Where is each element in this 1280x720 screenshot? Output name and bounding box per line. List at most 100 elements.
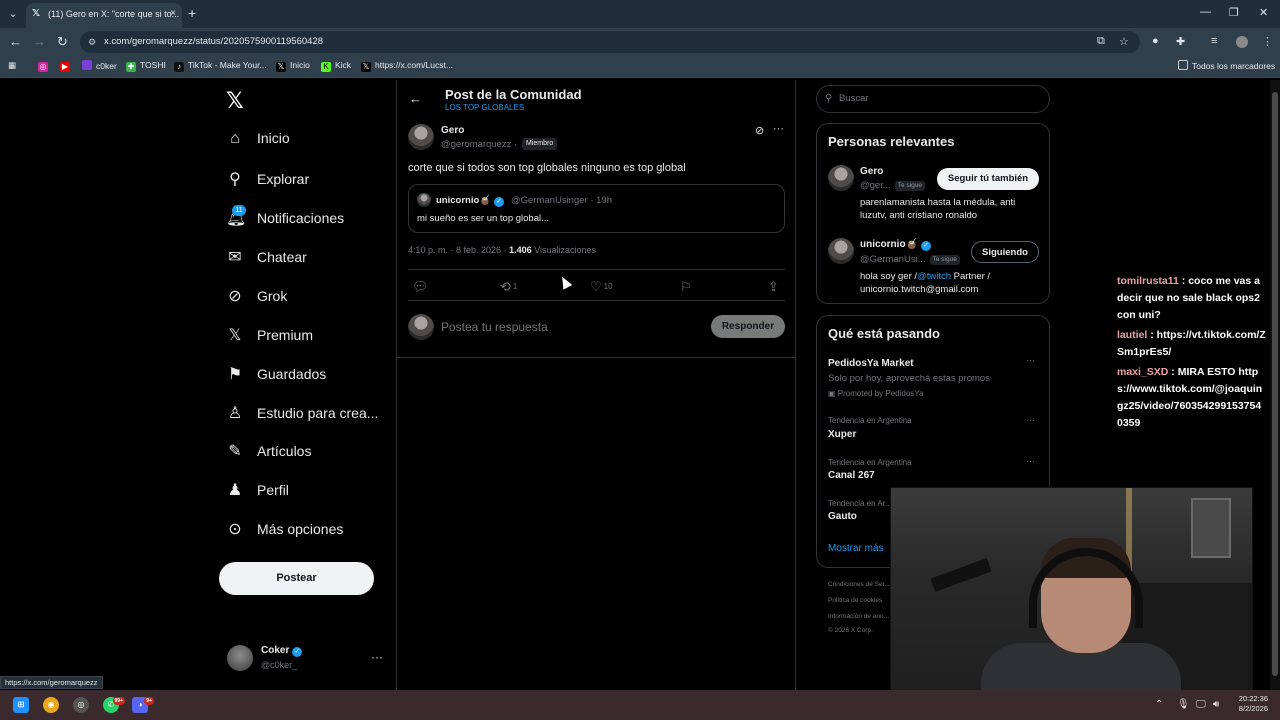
reload-icon[interactable]: ↻ <box>57 34 68 50</box>
following-button[interactable]: Siguiendo <box>971 241 1039 263</box>
network-icon[interactable]: 🖵︎ <box>1196 699 1206 710</box>
like-button[interactable]: ♡ 10 <box>590 279 613 295</box>
minimize-icon[interactable]: — <box>1200 6 1211 18</box>
reply-avatar <box>408 314 434 340</box>
forward-icon[interactable]: → <box>33 34 46 49</box>
footer-link[interactable]: Política de cookies <box>828 597 882 604</box>
url-field[interactable]: ⚙ x.com/geromarquezz/status/202057590011… <box>80 31 1140 53</box>
site-info-icon[interactable]: ⚙ <box>88 31 96 53</box>
divider <box>397 357 796 358</box>
youtube-bookmark-icon[interactable]: ▶ <box>60 60 74 72</box>
nav-item-mas-opciones[interactable]: ⊙ Más opciones <box>226 519 343 539</box>
nav-item-guardados[interactable]: ⚑ Guardados <box>226 364 326 384</box>
reply-button[interactable]: Responder <box>711 315 785 338</box>
bookmark-tiktok[interactable]: ♪ TikTok - Make Your... <box>174 60 267 72</box>
microphone-icon[interactable]: 🎙︎ <box>1177 699 1190 710</box>
nav-item-articulos[interactable]: ✎ Artículos <box>226 441 311 461</box>
install-app-icon[interactable]: ⧉ <box>1097 35 1105 48</box>
restore-icon[interactable]: ❐ <box>1229 6 1239 19</box>
scrollbar-thumb[interactable] <box>1272 92 1278 676</box>
browser-tab[interactable]: 𝕏 (11) Gero en X: "corte que si to... × <box>26 3 182 28</box>
grok-explain-icon[interactable]: ⊘ <box>755 124 764 137</box>
profile-avatar[interactable] <box>1236 36 1248 48</box>
tab-title: (11) Gero en X: "corte que si to... <box>48 9 180 19</box>
nav-item-estudio[interactable]: ♙ Estudio para crea... <box>226 403 379 423</box>
nav-item-explorar[interactable]: ⚲ Explorar <box>226 169 309 189</box>
instagram-bookmark-icon[interactable]: ◎ <box>38 60 52 72</box>
search-icon: ⚲ <box>825 93 833 104</box>
trend-item-title[interactable]: Gauto <box>828 511 857 522</box>
author-avatar[interactable] <box>408 124 434 150</box>
reply-icon[interactable]: 💬︎ <box>412 279 429 295</box>
whatsapp-icon[interactable]: ✆ 99+ <box>103 697 125 713</box>
bookmark-post-icon[interactable]: ⚐ <box>680 279 692 295</box>
footer-link[interactable]: Condiciones de Ser... <box>828 581 890 588</box>
account-avatar[interactable] <box>227 645 253 671</box>
media-controls-icon[interactable]: ≡ <box>1211 35 1217 47</box>
volume-icon[interactable]: 🔊︎ <box>1213 699 1219 710</box>
search-input[interactable]: ⚲ Buscar <box>816 85 1050 113</box>
post-button[interactable]: Postear <box>219 562 374 595</box>
tab-search-chevron-icon[interactable]: ⌄ <box>4 5 22 23</box>
nav-item-chatear[interactable]: ✉ Chatear <box>226 247 307 267</box>
trend-context: Tendencia en Argentina <box>828 458 912 467</box>
back-icon[interactable]: ← <box>9 34 22 49</box>
view-count: 1.406 <box>509 245 532 255</box>
person-name[interactable]: unicornio🧉 ✓ <box>860 239 932 251</box>
trend-item-title[interactable]: PedidosYa Market <box>828 358 914 369</box>
nav-item-premium[interactable]: 𝕏 Premium <box>226 325 313 345</box>
person-bio: parenlamanista hasta la médula, anti luz… <box>860 197 1016 221</box>
all-bookmarks-folder[interactable]: Todos los marcadores <box>1178 60 1275 71</box>
trend-more-icon[interactable]: ··· <box>1026 456 1035 466</box>
clock[interactable]: 20:22:36 8/2/2026 <box>1232 694 1268 714</box>
person-avatar[interactable] <box>828 238 854 264</box>
discord-icon[interactable]: ◑ 9+ <box>132 697 154 713</box>
extension-icon[interactable]: ● <box>1152 35 1159 47</box>
chat-username: lautiel <box>1117 329 1148 341</box>
verified-icon: ✓ <box>494 197 505 207</box>
bookmark-kick[interactable]: K Kick <box>321 60 351 72</box>
new-tab-button[interactable]: + <box>188 5 196 21</box>
repost-button[interactable]: ⟲ 1 <box>500 279 517 295</box>
follow-back-button[interactable]: Seguir tú también <box>937 168 1039 190</box>
share-icon[interactable]: ⇪ <box>768 279 779 295</box>
obs-icon[interactable]: ◎ <box>73 697 89 713</box>
nav-item-perfil[interactable]: ♟ Perfil <box>226 480 289 500</box>
chrome-icon[interactable]: ◉ <box>43 697 59 713</box>
bookmark-toshi[interactable]: ✚ TOSHI <box>126 60 166 72</box>
window-close-icon[interactable]: ✕ <box>1259 6 1268 19</box>
trend-more-icon[interactable]: ··· <box>1026 415 1035 425</box>
x-logo-icon[interactable]: 𝕏 <box>226 88 244 114</box>
windows-start-icon[interactable]: ⊞ <box>13 697 29 713</box>
person-avatar[interactable] <box>828 165 854 191</box>
bookmark-inicio[interactable]: 𝕏 Inicio <box>276 60 310 72</box>
bookmark-c0ker[interactable]: c0ker <box>82 60 117 71</box>
tray-chevron-icon[interactable]: ⌃ <box>1155 699 1163 710</box>
tab-close-button[interactable]: × <box>170 3 176 25</box>
search-icon: ⚲ <box>229 171 241 188</box>
bookmarks-bar: ▦ ◎ ▶ c0ker ✚ TOSHI ♪ TikTok - Make Your..… <box>0 56 1280 78</box>
author-handle[interactable]: @geromarquezz · <box>441 139 517 150</box>
nav-item-inicio[interactable]: ⌂ Inicio <box>226 130 290 148</box>
reply-input[interactable] <box>441 320 701 334</box>
community-link[interactable]: LOS TOP GLOBALES <box>445 103 524 112</box>
nav-item-grok[interactable]: ⊘ Grok <box>226 286 287 306</box>
extensions-puzzle-icon[interactable]: ✚ <box>1176 35 1185 48</box>
trend-item-title[interactable]: Canal 267 <box>828 470 875 481</box>
footer-link[interactable]: Información de anu... <box>828 613 889 620</box>
quoted-post[interactable]: unicornio🧉 ✓ @GermanUsinger · 19h mi sueñ… <box>408 184 785 233</box>
apps-grid-icon[interactable]: ▦ <box>8 60 16 71</box>
twitch-mention-link[interactable]: @twitch <box>917 271 951 282</box>
author-name[interactable]: Gero <box>441 125 464 136</box>
trend-item-title[interactable]: Xuper <box>828 429 856 440</box>
account-name[interactable]: Coker ✓ <box>261 645 303 657</box>
show-more-link[interactable]: Mostrar más <box>828 543 884 554</box>
account-more-icon[interactable]: ··· <box>371 650 383 664</box>
trend-more-icon[interactable]: ··· <box>1026 355 1035 365</box>
bookmark-star-icon[interactable]: ☆ <box>1119 35 1129 48</box>
post-more-icon[interactable]: ··· <box>773 123 784 135</box>
back-arrow-icon[interactable]: ← <box>409 91 422 106</box>
browser-menu-icon[interactable]: ⋮ <box>1262 35 1273 48</box>
person-name[interactable]: Gero <box>860 166 883 177</box>
bookmark-lucst[interactable]: 𝕏https://x.com/Lucst... <box>361 60 453 72</box>
